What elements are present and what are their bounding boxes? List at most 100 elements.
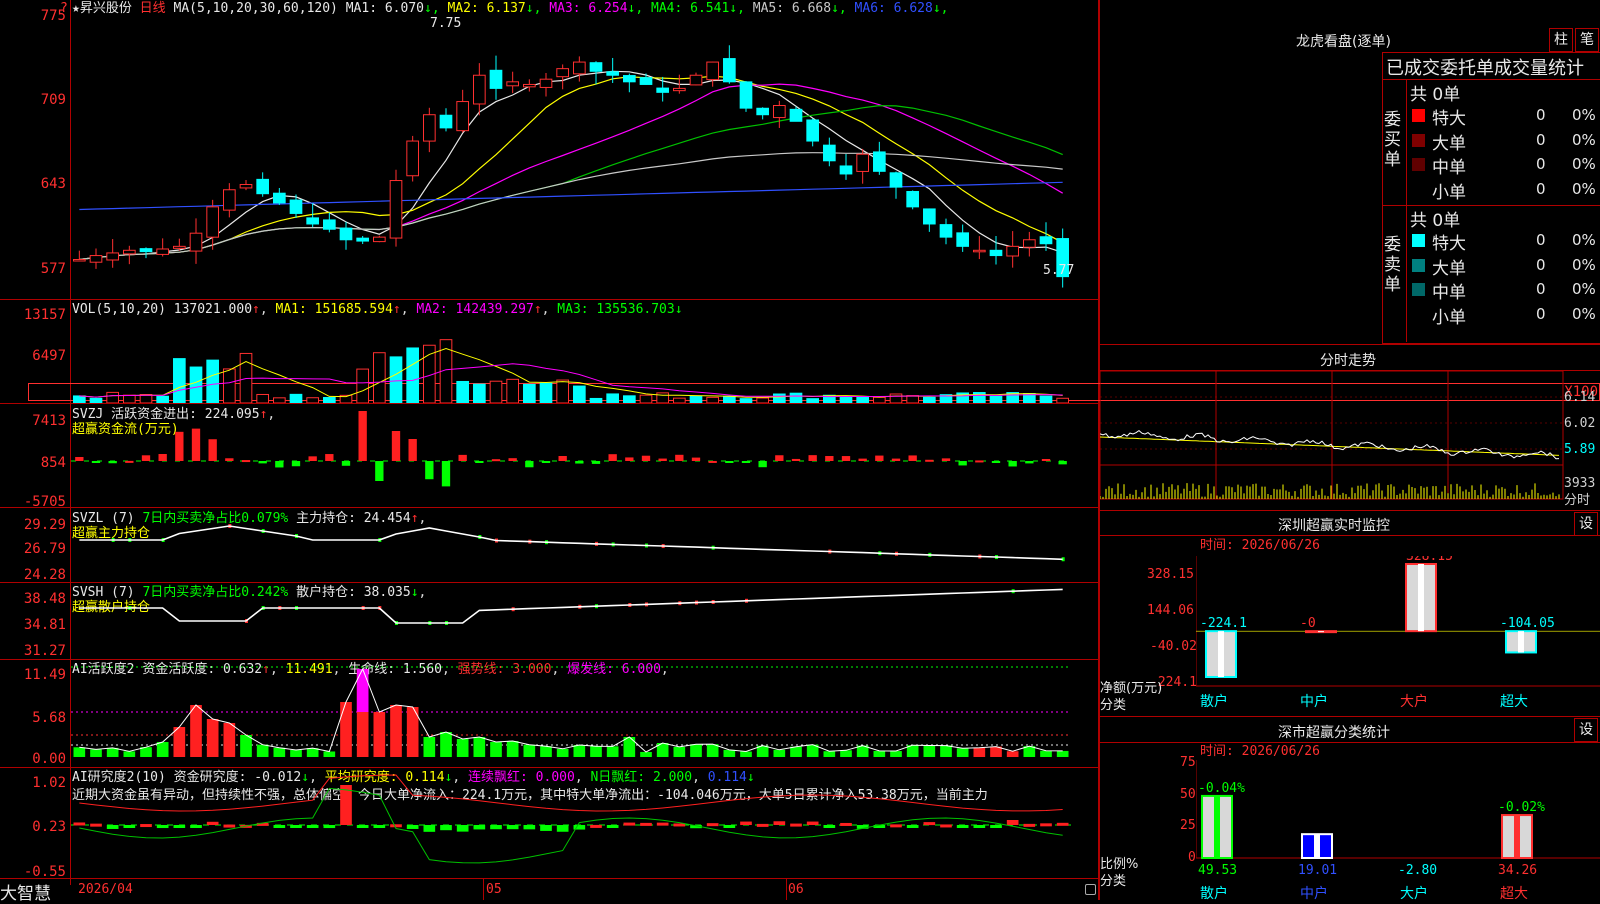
dragon-panel-title: 龙虎看盘(逐单) — [1296, 34, 1391, 50]
ai-active-y-tick: 0.00 — [32, 751, 66, 767]
fund-flow-bar — [641, 455, 651, 461]
research-line — [79, 774, 1063, 812]
candle-body — [873, 151, 886, 172]
activity-bar — [823, 751, 836, 757]
legend-swatch — [1412, 158, 1425, 171]
research-bar — [290, 825, 302, 828]
volume-bar — [389, 356, 403, 403]
candle-body — [623, 75, 636, 83]
activity-bar — [223, 723, 236, 757]
brand-logo[interactable]: 大智慧 — [0, 879, 51, 904]
research-bar — [773, 821, 786, 825]
vol-value: 137021.000 — [173, 302, 253, 317]
volume-bar — [123, 394, 136, 403]
retail-holding-chart[interactable] — [71, 583, 1098, 659]
buy-total: 共 0单 — [1410, 85, 1461, 105]
candle-body — [239, 183, 253, 189]
activity-bar — [473, 737, 486, 757]
volume-chart[interactable] — [71, 320, 1098, 403]
ai-research-chart[interactable] — [71, 768, 1098, 878]
sz-class-x-unit: 分类 — [1100, 874, 1127, 889]
ma-value: MA4: 6.541 — [651, 1, 730, 16]
research-bar — [640, 822, 652, 826]
vol-y-tick: 6497 — [32, 348, 66, 364]
svzj-y-tick: -5705 — [23, 494, 66, 510]
volume-bar — [989, 395, 1003, 403]
bar-mode-button[interactable]: 柱 — [1549, 28, 1573, 52]
star-icon[interactable]: ★ — [72, 1, 80, 16]
activity-bar — [840, 750, 852, 757]
candle-body — [323, 219, 336, 230]
candle-body — [939, 224, 953, 238]
volume-bar — [189, 366, 203, 403]
candle-body — [639, 77, 653, 85]
lock-icon[interactable] — [1085, 884, 1096, 895]
sz-monitor-chart[interactable]: -224.1 散户 -0 中户 328.15 大户 -104.05 超大 — [1196, 556, 1600, 714]
activity-bar — [873, 750, 886, 757]
fund-flow-bar — [441, 461, 451, 487]
fund-flow-bar — [125, 460, 134, 463]
research-bar — [590, 824, 602, 828]
candle-body — [1006, 245, 1019, 257]
volume-bar — [173, 358, 186, 403]
candlestick-chart[interactable] — [71, 16, 1098, 299]
period-label[interactable]: 日线 — [140, 1, 166, 16]
activity-bar — [523, 744, 536, 757]
activity-bar — [790, 746, 802, 757]
research-bar — [723, 825, 736, 828]
legend-swatch — [1412, 258, 1425, 272]
svzl-y-tick: 24.28 — [23, 567, 66, 583]
volume-bar — [773, 393, 786, 403]
sz-monitor-settings-button[interactable]: 设 — [1574, 512, 1598, 536]
divider-bottom — [0, 878, 1098, 879]
fund-flow-bar — [558, 456, 567, 461]
sz-monitor-x-unit: 分类 — [1100, 698, 1127, 713]
fund-flow-bar — [675, 454, 684, 461]
research-bar — [490, 825, 502, 830]
activity-bar — [540, 746, 552, 757]
order-size-name: 中单 — [1432, 158, 1466, 178]
candle-body — [123, 249, 136, 255]
fund-flow-bar — [975, 460, 984, 463]
fund-flow-bar — [191, 428, 201, 461]
intraday-chart[interactable] — [1100, 371, 1564, 509]
research-bar — [123, 825, 136, 828]
sz-class-chart[interactable]: 49.53 -0.04% 散户 19.01 中户 -2.80 大户 34.26 -0.02% 超大 — [1196, 760, 1600, 900]
fund-flow-bar — [608, 454, 617, 461]
fund-flow-bar — [958, 461, 967, 466]
candle-body — [356, 237, 370, 242]
fund-flow-chart[interactable] — [71, 404, 1098, 507]
volume-bar — [723, 395, 736, 403]
class-change-label: -0.04% — [1198, 781, 1245, 796]
fund-flow-bar — [741, 461, 751, 463]
stock-name[interactable]: 昇兴股份 — [80, 1, 132, 16]
research-bar — [606, 825, 619, 828]
candle-body — [856, 153, 869, 172]
fund-flow-bar — [75, 457, 84, 461]
fund-flow-bar — [591, 461, 601, 464]
volume-bar — [206, 359, 219, 403]
research-bar — [956, 825, 969, 828]
category-label: 中户 — [1300, 693, 1328, 710]
activity-bar — [556, 748, 569, 757]
main-holding-chart[interactable] — [71, 508, 1098, 582]
fund-flow-bar — [808, 455, 817, 461]
tick-mode-button[interactable]: 笔 — [1575, 28, 1599, 52]
fund-flow-bar — [841, 456, 851, 461]
activity-bar — [1006, 751, 1019, 757]
category-label: 散户 — [1200, 693, 1228, 710]
activity-bar — [190, 705, 202, 757]
volume-bar — [1039, 395, 1053, 403]
main-chart-header: ★昇兴股份 日线 MA(5,10,20,30,60,120) MA1: 6.07… — [72, 1, 948, 16]
activity-bar — [123, 751, 136, 757]
ma-arrow: ↓, — [932, 1, 949, 16]
research-bar — [1023, 823, 1036, 827]
fund-flow-bar — [508, 458, 517, 461]
sz-class-settings-button[interactable]: 设 — [1574, 718, 1598, 742]
fund-flow-bar — [325, 454, 334, 461]
ma-value: MA3: 6.254 — [549, 1, 628, 16]
bar-highlight — [1214, 795, 1220, 858]
svsh-y-tick: 34.81 — [23, 617, 66, 633]
fund-flow-bar — [241, 460, 251, 463]
ai-active-chart[interactable] — [71, 660, 1098, 767]
